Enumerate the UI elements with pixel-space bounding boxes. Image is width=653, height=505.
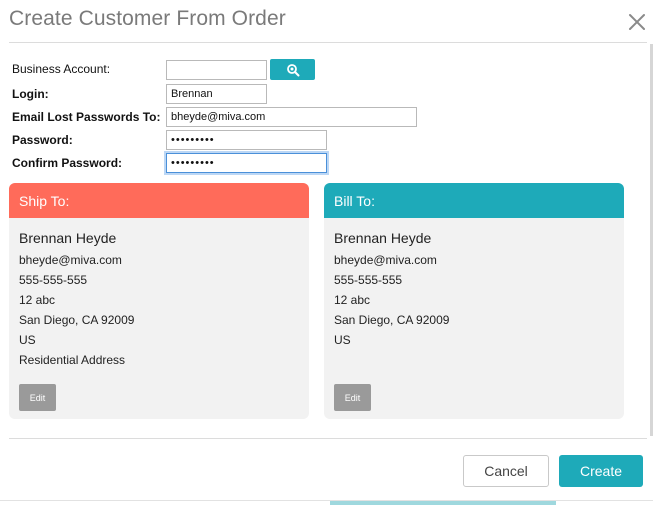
divider (9, 42, 647, 43)
divider (9, 438, 647, 439)
create-button[interactable]: Create (559, 455, 643, 487)
bill-to-city: San Diego, CA 92009 (334, 313, 450, 327)
confirm-password-input[interactable] (166, 153, 327, 173)
password-label: Password: (12, 133, 73, 147)
ship-to-city: San Diego, CA 92009 (19, 313, 135, 327)
bill-to-phone: 555-555-555 (334, 273, 403, 287)
email-input[interactable] (166, 107, 417, 127)
ship-to-country: US (19, 333, 36, 347)
background-bar (330, 501, 556, 505)
login-label: Login: (12, 87, 49, 101)
search-button[interactable] (270, 59, 315, 80)
business-account-input[interactable] (166, 60, 267, 80)
ship-to-name: Brennan Heyde (19, 230, 117, 246)
password-input[interactable] (166, 130, 327, 150)
ship-to-edit-button[interactable]: Edit (19, 384, 56, 411)
ship-to-address: 12 abc (19, 293, 56, 307)
ship-to-address-type: Residential Address (19, 353, 126, 367)
dialog-title: Create Customer From Order (9, 7, 286, 30)
search-icon (286, 63, 299, 76)
bill-to-address: 12 abc (334, 293, 371, 307)
email-label: Email Lost Passwords To: (12, 110, 161, 124)
bill-to-edit-button[interactable]: Edit (334, 384, 371, 411)
bill-to-email: bheyde@miva.com (334, 253, 437, 267)
cancel-button[interactable]: Cancel (463, 455, 549, 487)
bill-to-header: Bill To: (324, 183, 624, 218)
login-input[interactable] (166, 84, 267, 104)
confirm-password-label: Confirm Password: (12, 156, 123, 170)
ship-to-card: Ship To: Brennan Heyde bheyde@miva.com 5… (9, 183, 309, 419)
create-customer-dialog: Create Customer From Order Business Acco… (0, 0, 653, 505)
ship-to-header: Ship To: (9, 183, 309, 218)
ship-to-email: bheyde@miva.com (19, 253, 122, 267)
bill-to-country: US (334, 333, 351, 347)
ship-to-phone: 555-555-555 (19, 273, 88, 287)
business-account-label: Business Account: (12, 62, 111, 76)
bill-to-card: Bill To: Brennan Heyde bheyde@miva.com 5… (324, 183, 624, 419)
close-icon[interactable] (626, 11, 648, 33)
bill-to-name: Brennan Heyde (334, 230, 432, 246)
